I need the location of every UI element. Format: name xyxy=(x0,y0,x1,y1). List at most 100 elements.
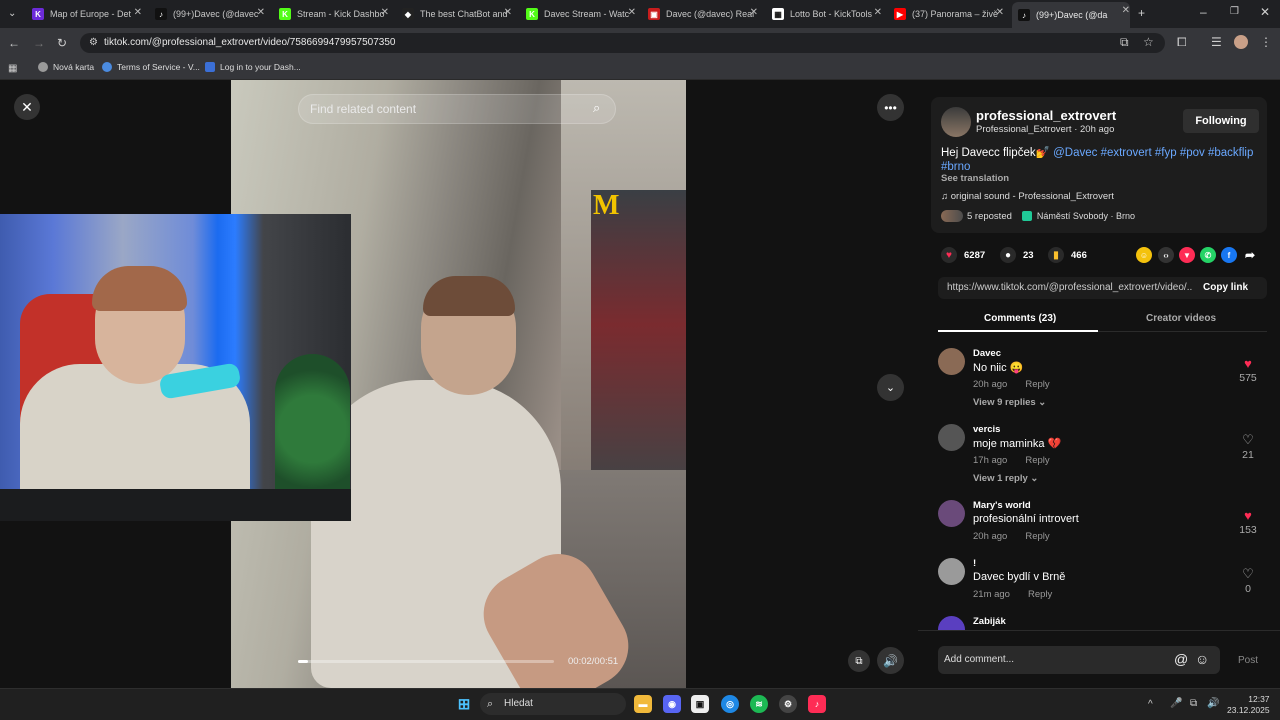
commenter-avatar[interactable] xyxy=(938,616,965,630)
comment-button[interactable]: ● 23 xyxy=(1000,247,1034,263)
following-button[interactable]: Following xyxy=(1183,109,1259,133)
reply-link[interactable]: Reply xyxy=(1025,379,1049,390)
close-video-icon[interactable]: ✕ xyxy=(14,94,40,120)
author-avatar[interactable] xyxy=(941,107,971,137)
maximize-icon[interactable]: ❐ xyxy=(1230,6,1239,18)
apps-icon[interactable]: ▦ xyxy=(8,63,17,75)
file-explorer-icon[interactable]: ▬ xyxy=(634,695,652,713)
bookmark-dashboard[interactable]: Log in to your Dash... xyxy=(205,62,301,72)
view-replies-link[interactable]: View 9 replies ⌄ xyxy=(973,397,1046,408)
reply-link[interactable]: Reply xyxy=(1025,455,1049,466)
new-tab-icon[interactable]: + xyxy=(1138,7,1145,19)
reload-icon[interactable]: ↻ xyxy=(57,37,67,49)
browser-tab[interactable]: ▣ Davec (@davec) Real ✕ xyxy=(646,4,758,24)
commenter-name[interactable]: Mary's world xyxy=(973,500,1031,511)
browser-tab[interactable]: ♪ (99+)Davec (@da ✕ xyxy=(1012,2,1130,28)
window-close-icon[interactable]: ✕ xyxy=(1260,6,1270,18)
discord-icon[interactable]: ◉ xyxy=(663,695,681,713)
commenter-avatar[interactable] xyxy=(938,500,965,527)
steam-icon[interactable]: ⚙ xyxy=(779,695,797,713)
tab-close-icon[interactable]: ✕ xyxy=(381,7,389,18)
facebook-icon[interactable]: f xyxy=(1221,247,1237,263)
commenter-name[interactable]: Zabiják xyxy=(973,616,1006,627)
tab-close-icon[interactable]: ✕ xyxy=(504,7,512,18)
browser-tab[interactable]: ♪ (99+)Davec (@davec ✕ xyxy=(153,4,265,24)
browser-tab[interactable]: ▦ Lotto Bot - KickTools ✕ xyxy=(770,4,882,24)
volume-icon[interactable]: 🔊 xyxy=(877,647,904,674)
tab-close-icon[interactable]: ✕ xyxy=(1122,5,1130,16)
video-progress-bar[interactable] xyxy=(298,660,554,663)
embed-icon[interactable]: ‹› xyxy=(1158,247,1174,263)
commenter-name[interactable]: vercis xyxy=(973,424,1000,435)
emoji-icon[interactable]: ☺ xyxy=(1195,652,1209,666)
address-bar[interactable]: tiktok.com/@professional_extrovert/video… xyxy=(80,33,1165,53)
browser-tab[interactable]: ◆ The best ChatBot and ✕ xyxy=(400,4,512,24)
bookmark-nova-karta[interactable]: Nová karta xyxy=(38,62,94,72)
extensions-icon[interactable]: ⧠ xyxy=(1177,36,1187,48)
tab-close-icon[interactable]: ✕ xyxy=(750,7,758,18)
forward-icon[interactable]: → xyxy=(33,37,45,49)
save-button[interactable]: ▮ 466 xyxy=(1048,247,1087,263)
more-options-icon[interactable]: ••• xyxy=(877,94,904,121)
see-translation-link[interactable]: See translation xyxy=(941,173,1009,184)
menu-icon[interactable]: ⋮ xyxy=(1260,36,1272,48)
comment-like[interactable]: ♡ 0 xyxy=(1228,566,1268,595)
speaker-icon[interactable]: 🔊 xyxy=(1207,698,1219,710)
tab-close-icon[interactable]: ✕ xyxy=(628,7,636,18)
post-comment-button[interactable]: Post xyxy=(1238,655,1258,666)
commenter-name[interactable]: Davec xyxy=(973,348,1001,359)
author-username[interactable]: professional_extrovert xyxy=(976,108,1116,123)
bookmark-terms[interactable]: Terms of Service - V... xyxy=(102,62,200,72)
browser-tab[interactable]: K Stream - Kick Dashbo ✕ xyxy=(277,4,389,24)
copy-link-button[interactable]: Copy link xyxy=(1203,282,1248,293)
next-video-chevron-icon[interactable]: ⌄ xyxy=(877,374,904,401)
send-icon[interactable]: ▼ xyxy=(1179,247,1195,263)
tab-close-icon[interactable]: ✕ xyxy=(257,7,265,18)
post-link-url[interactable]: https://www.tiktok.com/@professional_ext… xyxy=(947,282,1192,293)
tab-comments[interactable]: Comments (23) xyxy=(984,313,1056,324)
commenter-name[interactable]: ! xyxy=(973,558,976,569)
comment-like[interactable]: ♡ 21 xyxy=(1228,432,1268,461)
network-icon[interactable]: ⧉ xyxy=(1190,698,1197,710)
browser-tab[interactable]: K Map of Europe - Det ✕ xyxy=(30,4,142,24)
reply-link[interactable]: Reply xyxy=(1025,531,1049,542)
taskbar-clock[interactable]: 12:37 23.12.2025 xyxy=(1227,694,1270,716)
taskbar-search[interactable]: Hledat xyxy=(480,693,626,715)
related-search-input[interactable]: Find related content xyxy=(298,94,616,124)
profile-avatar[interactable] xyxy=(1234,35,1248,49)
floating-player-icon[interactable]: ⧉ xyxy=(848,650,870,672)
tab-creator-videos[interactable]: Creator videos xyxy=(1146,313,1216,324)
share-coin-icon[interactable]: ☺ xyxy=(1136,247,1152,263)
comment-like[interactable]: ♥ 153 xyxy=(1228,508,1268,536)
sound-link[interactable]: ♫ original sound - Professional_Extrover… xyxy=(941,191,1114,202)
reply-link[interactable]: Reply xyxy=(1028,589,1052,600)
mention-icon[interactable]: @ xyxy=(1174,652,1188,666)
obs-icon[interactable]: ▣ xyxy=(691,695,709,713)
site-info-icon[interactable]: ⚙ xyxy=(89,37,98,49)
whatsapp-icon[interactable]: ✆ xyxy=(1200,247,1216,263)
microphone-icon[interactable]: 🎤 xyxy=(1170,698,1182,710)
spotify-icon[interactable]: ≋ xyxy=(750,695,768,713)
install-app-icon[interactable]: ⧉ xyxy=(1120,36,1129,48)
tab-list-icon[interactable]: ⌄ xyxy=(8,8,16,20)
start-icon[interactable]: ⊞ xyxy=(455,695,473,713)
minimize-icon[interactable]: – xyxy=(1200,6,1207,18)
commenter-avatar[interactable] xyxy=(938,558,965,585)
browser-tab[interactable]: K Davec Stream - Watc ✕ xyxy=(524,4,636,24)
share-arrow-icon[interactable]: ➦ xyxy=(1242,247,1258,263)
tab-close-icon[interactable]: ✕ xyxy=(134,7,142,18)
reading-list-icon[interactable]: ☰ xyxy=(1211,36,1222,48)
commenter-avatar[interactable] xyxy=(938,424,965,451)
comment-like[interactable]: ♥ 575 xyxy=(1228,356,1268,384)
reposted-count[interactable]: 5 reposted xyxy=(967,211,1012,222)
chrome-icon[interactable]: ◎ xyxy=(721,695,739,713)
view-replies-link[interactable]: View 1 reply ⌄ xyxy=(973,473,1038,484)
tab-close-icon[interactable]: ✕ xyxy=(874,7,882,18)
back-icon[interactable]: ← xyxy=(8,37,20,49)
commenter-avatar[interactable] xyxy=(938,348,965,375)
tray-chevron-icon[interactable]: ^ xyxy=(1148,699,1153,711)
tiktok-app-icon[interactable]: ♪ xyxy=(808,695,826,713)
like-button[interactable]: ♥ 6287 xyxy=(941,247,985,263)
location-tag[interactable]: Náměstí Svobody · Brno xyxy=(1021,211,1135,221)
bookmark-star-icon[interactable]: ☆ xyxy=(1143,36,1154,48)
